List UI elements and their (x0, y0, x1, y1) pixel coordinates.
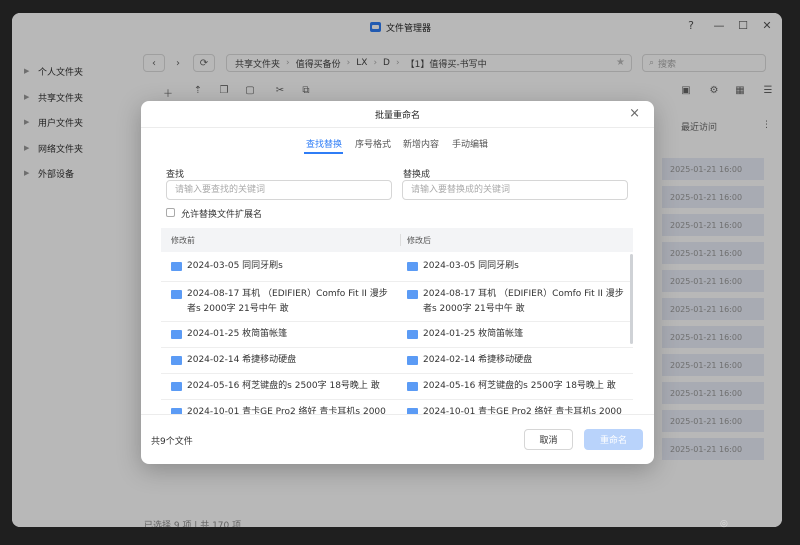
cell-before: 2024-05-16 柯芝键盘的s 2500字 18号晚上 敢 (171, 379, 393, 394)
cell-text: 2024-10-01 青卡GE Pro2 络好 青卡耳机s 2000 (423, 407, 622, 414)
cell-after: 2024-08-17 耳机 （EDIFIER）Comfo Fit II 漫步者s… (407, 287, 629, 317)
tab-find-replace[interactable]: 查找替换 (306, 137, 342, 150)
cell-before: 2024-03-05 同同牙刷s (171, 259, 393, 274)
folder-icon (407, 290, 418, 299)
close-icon[interactable]: × (629, 106, 640, 121)
cell-before: 2024-02-14 希捷移动硬盘 (171, 353, 393, 368)
table-row: 2024-01-25 枚简笛帐篷 2024-01-25 枚简笛帐篷 (161, 322, 633, 348)
replace-input[interactable] (402, 180, 628, 200)
table-row: 2024-03-05 同同牙刷s 2024-03-05 同同牙刷s (161, 252, 633, 282)
cell-text: 2024-03-05 同同牙刷s (423, 261, 519, 271)
cell-before: 2024-01-25 枚简笛帐篷 (171, 327, 393, 342)
column-before: 修改前 (171, 236, 195, 245)
find-input[interactable] (166, 180, 392, 200)
cell-after: 2024-05-16 柯芝键盘的s 2500字 18号晚上 敢 (407, 379, 629, 394)
cell-text: 2024-01-25 枚简笛帐篷 (187, 329, 288, 339)
tab-manual-edit[interactable]: 手动编辑 (452, 137, 488, 150)
folder-icon (171, 330, 182, 339)
cell-text: 2024-02-14 希捷移动硬盘 (423, 355, 533, 365)
cell-text: 2024-01-25 枚简笛帐篷 (423, 329, 524, 339)
rename-button[interactable]: 重命名 (584, 429, 643, 450)
replace-label: 替换成 (403, 170, 431, 180)
cell-after: 2024-10-01 青卡GE Pro2 络好 青卡耳机s 2000 (407, 405, 629, 414)
tab-sequence-format[interactable]: 序号格式 (355, 137, 391, 150)
folder-icon (407, 330, 418, 339)
column-divider (400, 234, 401, 246)
extension-checkbox-label[interactable]: 允许替换文件扩展名 (181, 207, 262, 220)
cell-after: 2024-01-25 枚简笛帐篷 (407, 327, 629, 342)
cell-text: 2024-03-05 同同牙刷s (187, 261, 283, 271)
column-after: 修改后 (407, 236, 431, 245)
folder-icon (407, 262, 418, 271)
folder-icon (171, 290, 182, 299)
cell-text: 2024-02-14 希捷移动硬盘 (187, 355, 297, 365)
batch-rename-dialog: 批量重命名 × 查找替换 序号格式 新增内容 手动编辑 查找 替换成 允许替换文… (141, 101, 654, 464)
divider (141, 127, 654, 128)
cell-before: 2024-10-01 青卡GE Pro2 络好 青卡耳机s 2000 (171, 405, 393, 414)
folder-icon (171, 382, 182, 391)
cell-before: 2024-08-17 耳机 （EDIFIER）Comfo Fit II 漫步者s… (171, 287, 393, 317)
table-row: 2024-05-16 柯芝键盘的s 2500字 18号晚上 敢 2024-05-… (161, 374, 633, 400)
cell-after: 2024-03-05 同同牙刷s (407, 259, 629, 274)
cell-text: 2024-08-17 耳机 （EDIFIER）Comfo Fit II 漫步者s… (423, 289, 624, 314)
file-count: 共9个文件 (151, 437, 193, 447)
scrollbar[interactable] (630, 254, 633, 344)
extension-checkbox[interactable] (166, 208, 175, 217)
watermark-logo: ◎ (720, 519, 728, 529)
table-row: 2024-02-14 希捷移动硬盘 2024-02-14 希捷移动硬盘 (161, 348, 633, 374)
folder-icon (407, 356, 418, 365)
tab-add-content[interactable]: 新增内容 (403, 137, 439, 150)
cell-after: 2024-02-14 希捷移动硬盘 (407, 353, 629, 368)
table-row: 2024-10-01 青卡GE Pro2 络好 青卡耳机s 2000 2024-… (161, 400, 633, 414)
find-label: 查找 (166, 170, 185, 180)
tab-indicator (304, 152, 343, 154)
cell-text: 2024-08-17 耳机 （EDIFIER）Comfo Fit II 漫步者s… (187, 289, 388, 314)
folder-icon (407, 382, 418, 391)
dialog-title: 批量重命名 (374, 111, 420, 121)
folder-icon (171, 356, 182, 365)
folder-icon (171, 262, 182, 271)
cell-text: 2024-10-01 青卡GE Pro2 络好 青卡耳机s 2000 (187, 407, 386, 414)
table-row: 2024-08-17 耳机 （EDIFIER）Comfo Fit II 漫步者s… (161, 282, 633, 322)
cell-text: 2024-05-16 柯芝键盘的s 2500字 18号晚上 敢 (423, 381, 616, 391)
cell-text: 2024-05-16 柯芝键盘的s 2500字 18号晚上 敢 (187, 381, 380, 391)
preview-table-body: 2024-03-05 同同牙刷s 2024-03-05 同同牙刷s 2024-0… (161, 252, 633, 414)
divider (141, 414, 654, 415)
cancel-button[interactable]: 取消 (524, 429, 573, 450)
preview-table-header: 修改前 修改后 (161, 228, 633, 252)
